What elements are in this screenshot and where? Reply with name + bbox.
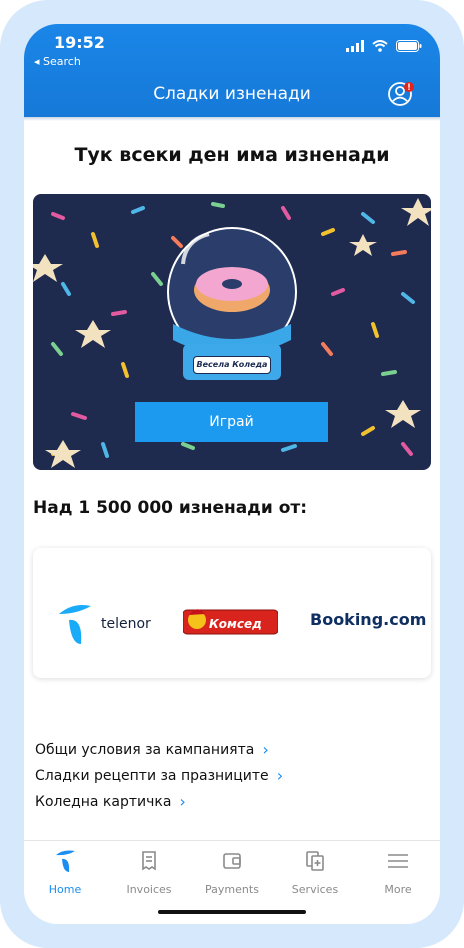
link-recipes[interactable]: Сладки рецепти за празниците › [35,766,284,785]
wallet-icon [223,853,241,869]
chevron-right-icon: › [179,792,186,811]
link-label: Общи условия за кампанията [35,742,255,758]
link-terms[interactable]: Общи условия за кампанията › [35,740,283,759]
tab-label: Payments [205,883,259,896]
link-label: Коледна картичка [35,794,172,810]
wifi-icon [372,40,388,52]
promo-banner: Весела Коледа Играй [33,194,431,470]
back-to-search-link[interactable]: ◂ Search [34,55,81,68]
battery-icon [396,40,422,52]
home-indicator [158,910,306,914]
tab-home[interactable]: Home [26,849,104,901]
user-icon [388,82,414,106]
status-icons [346,40,422,52]
tab-more[interactable]: More [359,849,437,901]
telenor-propeller-icon [59,605,91,644]
menu-icon [388,854,408,868]
chevron-right-icon: › [276,766,284,785]
telenor-logo: telenor [55,600,151,648]
header-shadow [24,117,440,121]
invoice-icon [142,851,156,871]
partners-title: Над 1 500 000 изненади от: [33,498,308,518]
signal-icon [346,40,364,52]
komsed-name: Комсед [209,617,262,631]
headline: Тук всеки ден има изненади [74,144,390,166]
services-icon [306,851,324,871]
tab-label: Services [291,883,339,896]
link-label: Сладки рецепти за празниците [35,768,269,784]
chevron-right-icon: › [262,740,269,759]
tab-label: Home [48,883,82,896]
back-label: ◂ Search [34,55,81,68]
tab-label: More [384,883,412,896]
profile-button[interactable] [388,80,416,108]
home-icon [56,850,75,872]
partners-card: telenor Комсед Booking.com [33,548,431,678]
tab-invoices[interactable]: Invoices [110,849,188,901]
tab-label: Invoices [126,883,172,896]
komsed-logo: Комсед [182,606,279,636]
booking-logo: Booking.com [310,610,427,629]
tab-services[interactable]: Services [276,849,354,901]
tab-payments[interactable]: Payments [193,849,271,901]
app-screen: 19:52 ◂ Search Сладки изненади Тук всеки… [24,24,440,924]
link-xmas-card[interactable]: Коледна картичка › [35,792,283,811]
status-time: 19:52 [54,33,105,52]
globe-label: Весела Коледа [193,356,271,374]
play-button[interactable]: Играй [135,402,328,442]
app-header: 19:52 ◂ Search Сладки изненади [24,24,440,117]
telenor-name: telenor [101,616,151,632]
page-title: Сладки изненади [153,84,311,104]
links-list: Общи условия за кампанията › Сладки реце… [35,742,283,820]
